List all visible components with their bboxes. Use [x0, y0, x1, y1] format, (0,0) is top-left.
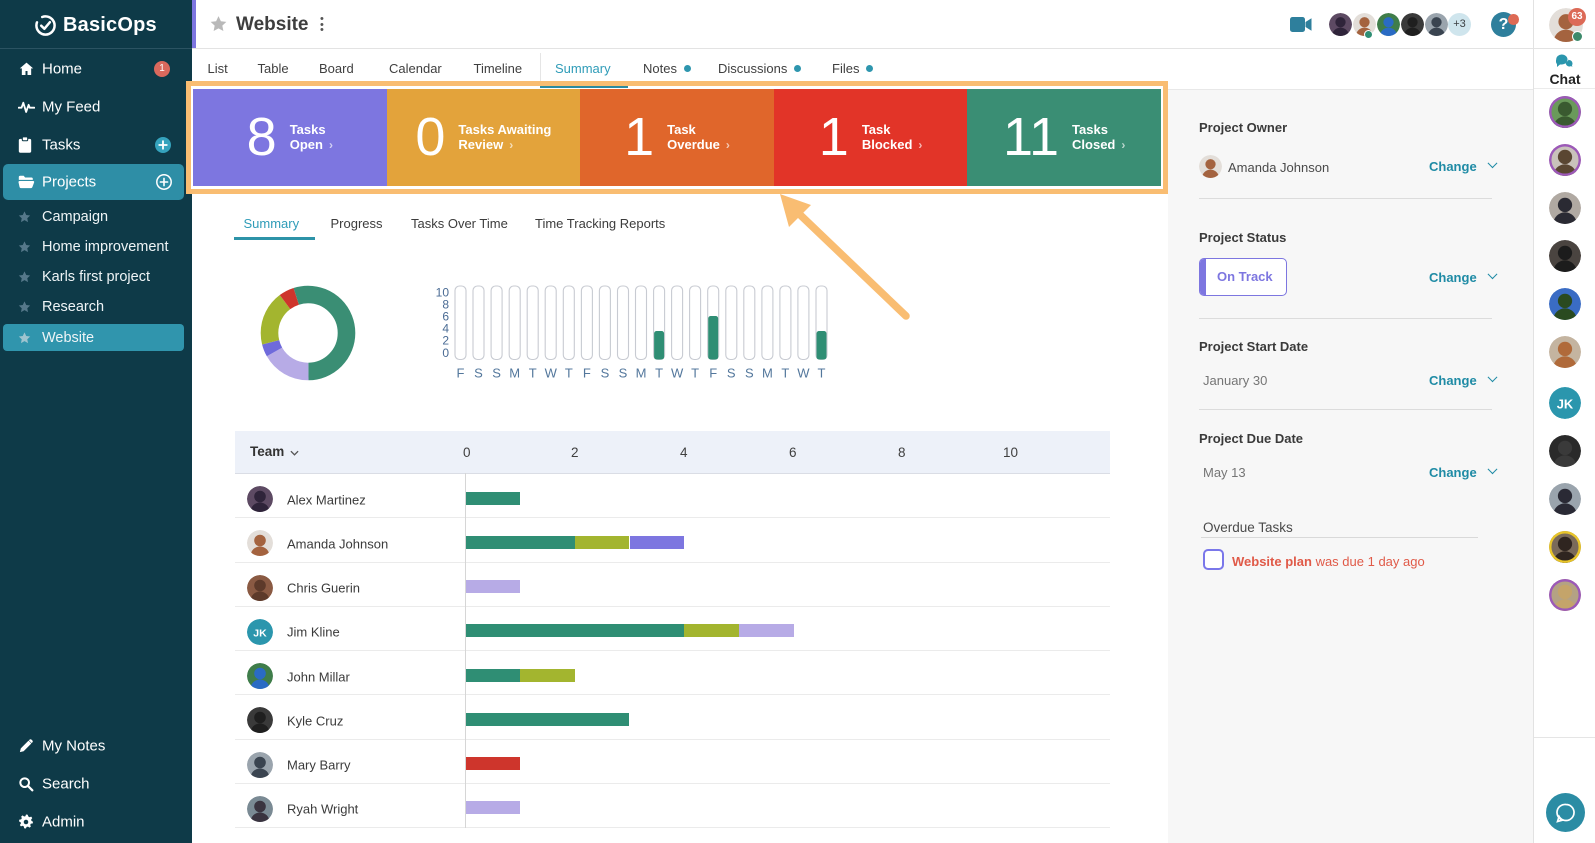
svg-text:W: W	[545, 366, 558, 381]
svg-text:S: S	[727, 366, 736, 381]
svg-text:S: S	[745, 366, 754, 381]
svg-text:JK: JK	[253, 627, 267, 639]
svg-text:S: S	[492, 366, 501, 381]
svg-text:M: M	[509, 366, 520, 381]
svg-text:F: F	[709, 366, 717, 381]
svg-text:S: S	[601, 366, 610, 381]
svg-text:T: T	[565, 366, 573, 381]
svg-text:F: F	[583, 366, 591, 381]
svg-text:W: W	[797, 366, 810, 381]
svg-text:F: F	[457, 366, 465, 381]
svg-text:M: M	[762, 366, 773, 381]
svg-text:S: S	[619, 366, 628, 381]
svg-text:M: M	[636, 366, 647, 381]
svg-text:S: S	[474, 366, 483, 381]
svg-text:T: T	[781, 366, 789, 381]
svg-text:W: W	[671, 366, 684, 381]
svg-text:T: T	[529, 366, 537, 381]
svg-text:T: T	[691, 366, 699, 381]
svg-text:T: T	[818, 366, 826, 381]
svg-text:T: T	[655, 366, 663, 381]
svg-text:JK: JK	[1557, 397, 1574, 412]
svg-text:0: 0	[442, 346, 449, 360]
